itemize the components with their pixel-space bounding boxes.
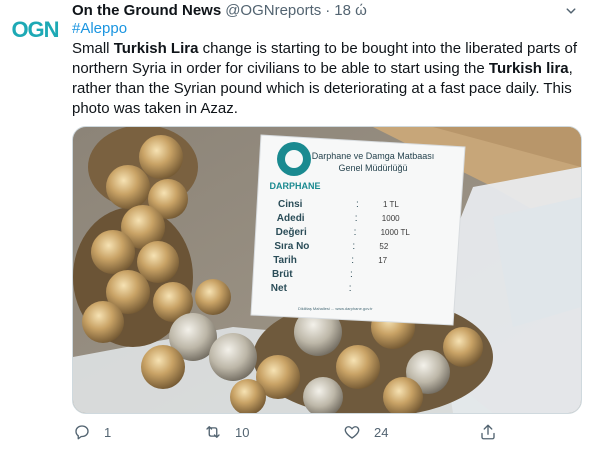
label-row-key: Cinsi <box>278 199 303 210</box>
label-row-key: Net <box>271 283 288 294</box>
user-handle[interactable]: @OGNreports <box>225 2 321 19</box>
timestamp[interactable]: 18 ώ <box>334 2 367 19</box>
mint-label: DARPHANE Darphane ve Damga Matbaası Gene… <box>250 134 466 326</box>
label-row-key: Brüt <box>272 269 293 280</box>
svg-text:DARPHANE: DARPHANE <box>269 181 320 191</box>
retweet-count: 10 <box>235 424 250 440</box>
display-name[interactable]: On the Ground News <box>72 2 221 19</box>
tweet-text-bold: Turkish lira <box>488 60 569 77</box>
label-row-value: 1000 TL <box>381 228 411 237</box>
like-button[interactable]: 24 <box>342 420 388 444</box>
label-row-separator: : <box>356 199 359 210</box>
label-row-value: 52 <box>379 242 388 251</box>
hashtag-link[interactable]: #Aleppo <box>72 19 127 39</box>
label-row-separator: : <box>350 269 353 280</box>
reply-button[interactable]: 1 <box>72 420 111 444</box>
label-row-key: Tarih <box>273 255 297 266</box>
avatar-logo-text: OGN <box>11 17 58 42</box>
label-row-key: Sıra No <box>274 241 309 252</box>
share-button[interactable] <box>478 420 498 444</box>
svg-text:Darphane ve Damga Matbaası: Darphane ve Damga Matbaası <box>312 151 435 161</box>
label-row-key: Değeri <box>276 227 307 238</box>
reply-count: 1 <box>104 424 112 440</box>
label-row-separator: : <box>352 241 355 252</box>
label-row-value: 1000 <box>382 214 400 223</box>
tweet-text: Small Turkish Lira change is starting to… <box>72 39 587 119</box>
reply-icon <box>72 422 92 442</box>
share-icon <box>478 422 498 442</box>
label-row-separator: : <box>355 213 358 224</box>
like-icon <box>342 422 362 442</box>
more-icon[interactable] <box>562 2 580 20</box>
retweet-button[interactable]: 10 <box>203 420 249 444</box>
separator-dot: · <box>325 1 331 19</box>
tweet-photo[interactable]: DARPHANE Darphane ve Damga Matbaası Gene… <box>72 126 582 414</box>
svg-text:Dikilitaş Mahallesi ... www.da: Dikilitaş Mahallesi ... www.darphane.gov… <box>298 306 373 311</box>
like-count: 24 <box>374 424 389 440</box>
label-row-separator: : <box>351 255 354 266</box>
label-row-value: 17 <box>378 256 387 265</box>
svg-text:Genel Müdürlüğü: Genel Müdürlüğü <box>338 163 407 173</box>
tweet-text-segment: Small <box>72 40 114 57</box>
retweet-icon <box>203 422 223 442</box>
tweet-actions: 1 10 24 <box>72 420 592 444</box>
label-row-value: 1 TL <box>383 200 399 209</box>
label-row-separator: : <box>349 283 352 294</box>
tweet-header: On the Ground News @OGNreports · 18 ώ <box>72 0 367 20</box>
label-row-separator: : <box>354 227 357 238</box>
avatar[interactable]: OGN <box>9 2 61 54</box>
label-row-key: Adedi <box>277 213 305 224</box>
tweet[interactable]: OGN On the Ground News @OGNreports · 18 … <box>0 0 599 453</box>
tweet-text-bold: Turkish Lira <box>113 40 199 57</box>
